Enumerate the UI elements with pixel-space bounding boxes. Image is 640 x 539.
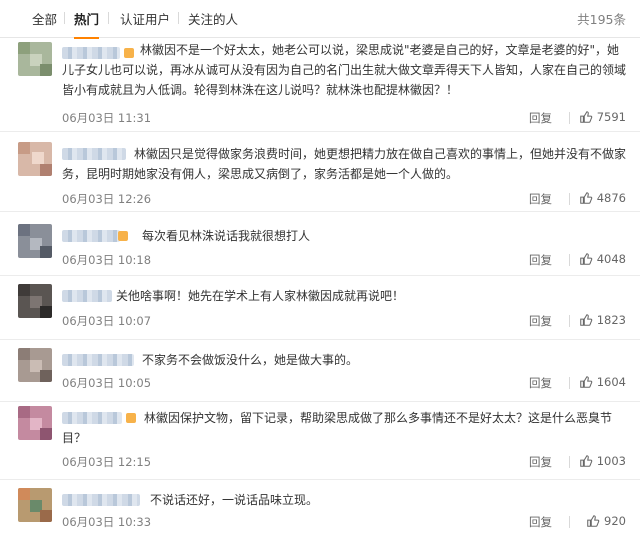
- like-count: 4048: [596, 252, 626, 266]
- like-count: 1823: [596, 313, 626, 327]
- comment-text: 林徽因保护文物，留下记录，帮助梁思成做了那么多事情还不是好太太？这是什么恶臭节目…: [62, 411, 613, 445]
- avatar[interactable]: [18, 348, 52, 382]
- reply-button[interactable]: 回复: [529, 454, 552, 470]
- like-button[interactable]: 4876: [579, 191, 626, 205]
- username-blurred[interactable]: [62, 354, 134, 366]
- user-badge-icon: [118, 231, 128, 241]
- comment-time: 06月03日 12:26: [62, 192, 152, 206]
- comment-time: 06月03日 10:05: [62, 376, 152, 390]
- tab-divider: [108, 12, 109, 24]
- reply-button[interactable]: 回复: [529, 514, 552, 530]
- thumbs-up-icon: [579, 111, 593, 123]
- like-count: 920: [604, 514, 626, 528]
- like-count: 1604: [596, 375, 626, 389]
- comment-item: 林徽因不是一个好太太，她老公可以说，梁思成说"老婆是自己的好，文章是老婆的好"，…: [0, 38, 640, 132]
- like-button[interactable]: 1604: [579, 375, 626, 389]
- comment-text: 每次看见林洙说话我就很想打人: [142, 229, 311, 243]
- like-button[interactable]: 920: [586, 514, 626, 528]
- comment-item: 每次看见林洙说话我就很想打人 06月03日 10:18 回复 4048: [0, 212, 640, 276]
- comment-time: 06月03日 10:18: [62, 253, 152, 267]
- reply-button[interactable]: 回复: [529, 375, 552, 391]
- reply-button[interactable]: 回复: [529, 110, 552, 126]
- comment-time: 06月03日 12:15: [62, 455, 152, 469]
- comment-text: 关他啥事啊！她先在学术上有人家林徽因成就再说吧！: [116, 289, 405, 303]
- like-button[interactable]: 4048: [579, 252, 626, 266]
- like-count: 7591: [596, 110, 626, 124]
- comment-text: 不家务不会做饭没什么，她是做大事的。: [142, 353, 359, 367]
- avatar[interactable]: [18, 488, 52, 522]
- like-count: 4876: [596, 191, 626, 205]
- thumbs-up-icon: [579, 314, 593, 326]
- action-divider: [569, 516, 570, 528]
- like-button[interactable]: 1003: [579, 454, 626, 468]
- action-divider: [569, 254, 570, 266]
- like-button[interactable]: 7591: [579, 110, 626, 124]
- username-blurred[interactable]: [62, 290, 112, 302]
- comment-total-count: 共195条: [577, 12, 626, 27]
- reply-button[interactable]: 回复: [529, 313, 552, 329]
- username-blurred[interactable]: [62, 230, 120, 242]
- thumbs-up-icon: [579, 376, 593, 388]
- comment-item: 不说话还好，一说话品味立现。 06月03日 10:33 回复 920: [0, 480, 640, 539]
- thumbs-up-icon: [587, 515, 600, 527]
- action-divider: [569, 112, 570, 124]
- avatar[interactable]: [18, 42, 52, 76]
- comment-text: 不说话还好，一说话品味立现。: [150, 493, 319, 507]
- reply-button[interactable]: 回复: [529, 191, 552, 207]
- comment-time: 06月03日 10:33: [62, 515, 152, 529]
- avatar[interactable]: [18, 224, 52, 258]
- tab-verified-users[interactable]: 认证用户: [120, 9, 170, 28]
- comment-item: 关他啥事啊！她先在学术上有人家林徽因成就再说吧！ 06月03日 10:07 回复…: [0, 276, 640, 340]
- comment-time: 06月03日 10:07: [62, 314, 152, 328]
- action-divider: [569, 193, 570, 205]
- comment-item: 不家务不会做饭没什么，她是做大事的。 06月03日 10:05 回复 1604: [0, 340, 640, 402]
- comment-filter-tabs: 全部 热门 认证用户 关注的人 共195条: [0, 0, 640, 39]
- thumbs-up-icon: [579, 455, 593, 467]
- comment-item: 林徽因保护文物，留下记录，帮助梁思成做了那么多事情还不是好太太？这是什么恶臭节目…: [0, 402, 640, 480]
- thumbs-up-icon: [579, 192, 593, 204]
- like-count: 1003: [596, 454, 626, 468]
- avatar[interactable]: [18, 284, 52, 318]
- tab-following[interactable]: 关注的人: [188, 9, 238, 28]
- like-button[interactable]: 1823: [579, 313, 626, 327]
- tab-divider: [64, 12, 65, 24]
- action-divider: [569, 315, 570, 327]
- comment-text: 林徽因只是觉得做家务浪费时间，她更想把精力放在做自己喜欢的事情上，但她并没有不做…: [62, 147, 627, 181]
- avatar[interactable]: [18, 142, 52, 176]
- username-blurred[interactable]: [62, 494, 140, 506]
- reply-button[interactable]: 回复: [529, 252, 552, 268]
- action-divider: [569, 377, 570, 389]
- comment-item: 林徽因只是觉得做家务浪费时间，她更想把精力放在做自己喜欢的事情上，但她并没有不做…: [0, 132, 640, 212]
- comment-time: 06月03日 11:31: [62, 111, 152, 125]
- avatar[interactable]: [18, 406, 52, 440]
- tab-all[interactable]: 全部: [32, 9, 57, 28]
- tab-hot[interactable]: 热门: [74, 9, 100, 39]
- comment-text: 林徽因不是一个好太太，她老公可以说，梁思成说"老婆是自己的好，文章是老婆的好"，…: [62, 43, 627, 97]
- thumbs-up-icon: [579, 253, 593, 265]
- action-divider: [569, 456, 570, 468]
- tab-divider: [178, 12, 179, 24]
